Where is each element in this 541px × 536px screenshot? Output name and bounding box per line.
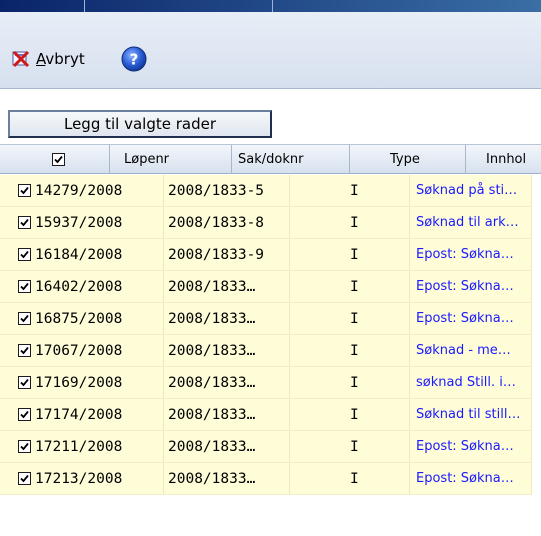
- sakdoknr-cell: 2008/1833…: [164, 463, 290, 494]
- sakdoknr-cell: 2008/1833…: [164, 335, 290, 366]
- row-checkbox-cell[interactable]: 17067/2008: [18, 335, 164, 366]
- type-cell: I: [290, 399, 410, 430]
- checkbox-checked-icon[interactable]: [18, 376, 31, 389]
- checkbox-checked-icon[interactable]: [18, 472, 31, 485]
- type-cell: I: [290, 239, 410, 270]
- table-row[interactable]: 17169/2008 2008/1833… I søknad Still. i…: [0, 367, 541, 399]
- grid-body: 14279/2008 2008/1833-5 I Søknad på sti… …: [0, 175, 541, 495]
- row-checkbox-cell[interactable]: 17211/2008: [18, 431, 164, 462]
- svg-text:?: ?: [130, 51, 139, 69]
- grid-right-edge: [532, 175, 541, 495]
- checkbox-checked-icon[interactable]: [18, 184, 31, 197]
- sakdoknr-cell: 2008/1833-5: [164, 175, 290, 206]
- type-cell: I: [290, 335, 410, 366]
- sakdoknr-cell: 2008/1833…: [164, 303, 290, 334]
- checkbox-checked-icon[interactable]: [18, 440, 31, 453]
- checkbox-checked-icon[interactable]: [52, 153, 65, 166]
- column-header-lopenr[interactable]: Løpenr: [112, 145, 232, 174]
- lopenr-cell: 14279/2008: [35, 182, 123, 199]
- sakdoknr-cell: 2008/1833…: [164, 271, 290, 302]
- innhold-cell[interactable]: Epost: Søkna…: [410, 271, 532, 302]
- innhold-cell[interactable]: Søknad - me…: [410, 335, 532, 366]
- table-row[interactable]: 17067/2008 2008/1833… I Søknad - me…: [0, 335, 541, 367]
- checkbox-checked-icon[interactable]: [18, 344, 31, 357]
- innhold-cell[interactable]: søknad Still. i…: [410, 367, 532, 398]
- cancel-button[interactable]: Avbryt: [12, 46, 85, 72]
- type-cell: I: [290, 431, 410, 462]
- innhold-cell[interactable]: Søknad til ark…: [410, 207, 532, 238]
- row-checkbox-cell[interactable]: 17169/2008: [18, 367, 164, 398]
- column-header-type[interactable]: Type: [350, 145, 466, 174]
- innhold-cell[interactable]: Søknad til still…: [410, 399, 532, 430]
- type-cell: I: [290, 463, 410, 494]
- checkbox-checked-icon[interactable]: [18, 216, 31, 229]
- lopenr-cell: 16184/2008: [35, 246, 123, 263]
- titlebar-separator: [84, 0, 85, 12]
- innhold-cell[interactable]: Epost: Søkna…: [410, 239, 532, 270]
- type-cell: I: [290, 175, 410, 206]
- lopenr-cell: 17211/2008: [35, 438, 123, 455]
- sakdoknr-cell: 2008/1833…: [164, 431, 290, 462]
- table-row[interactable]: 16184/2008 2008/1833-9 I Epost: Søkna…: [0, 239, 541, 271]
- table-row[interactable]: 16875/2008 2008/1833… I Epost: Søkna…: [0, 303, 541, 335]
- sakdoknr-cell: 2008/1833-9: [164, 239, 290, 270]
- column-header-sakdoknr[interactable]: Sak/doknr: [232, 145, 350, 174]
- lopenr-cell: 15937/2008: [35, 214, 123, 231]
- grid-header: Løpenr Sak/doknr Type Innhol: [0, 144, 541, 174]
- row-checkbox-cell[interactable]: 16184/2008: [18, 239, 164, 270]
- cancel-label: Avbryt: [36, 50, 85, 68]
- window-titlebar: [0, 0, 541, 12]
- sakdoknr-cell: 2008/1833…: [164, 399, 290, 430]
- lopenr-cell: 16875/2008: [35, 310, 123, 327]
- row-checkbox-cell[interactable]: 17174/2008: [18, 399, 164, 430]
- table-row[interactable]: 17174/2008 2008/1833… I Søknad til still…: [0, 399, 541, 431]
- checkbox-checked-icon[interactable]: [18, 312, 31, 325]
- titlebar-separator: [272, 0, 273, 12]
- innhold-cell[interactable]: Epost: Søkna…: [410, 431, 532, 462]
- lopenr-cell: 17213/2008: [35, 470, 123, 487]
- checkbox-checked-icon[interactable]: [18, 248, 31, 261]
- type-cell: I: [290, 303, 410, 334]
- sakdoknr-cell: 2008/1833-8: [164, 207, 290, 238]
- table-row[interactable]: 14279/2008 2008/1833-5 I Søknad på sti…: [0, 175, 541, 207]
- table-row[interactable]: 17211/2008 2008/1833… I Epost: Søkna…: [0, 431, 541, 463]
- sakdoknr-cell: 2008/1833…: [164, 367, 290, 398]
- empty-area: [0, 495, 541, 536]
- type-cell: I: [290, 207, 410, 238]
- lopenr-cell: 17174/2008: [35, 406, 123, 423]
- checkbox-checked-icon[interactable]: [18, 408, 31, 421]
- lopenr-cell: 17169/2008: [35, 374, 123, 391]
- row-checkbox-cell[interactable]: 16402/2008: [18, 271, 164, 302]
- lopenr-cell: 16402/2008: [35, 278, 123, 295]
- header-select-all[interactable]: [10, 145, 110, 174]
- checkbox-checked-icon[interactable]: [18, 280, 31, 293]
- cancel-icon: [12, 50, 30, 68]
- row-checkbox-cell[interactable]: 17213/2008: [18, 463, 164, 494]
- row-checkbox-cell[interactable]: 15937/2008: [18, 207, 164, 238]
- add-selected-rows-button[interactable]: Legg til valgte rader: [8, 110, 272, 138]
- type-cell: I: [290, 367, 410, 398]
- lopenr-cell: 17067/2008: [35, 342, 123, 359]
- table-row[interactable]: 17213/2008 2008/1833… I Epost: Søkna…: [0, 463, 541, 495]
- type-cell: I: [290, 271, 410, 302]
- innhold-cell[interactable]: Søknad på sti…: [410, 175, 532, 206]
- innhold-cell[interactable]: Epost: Søkna…: [410, 303, 532, 334]
- row-checkbox-cell[interactable]: 14279/2008: [18, 175, 164, 206]
- innhold-cell[interactable]: Epost: Søkna…: [410, 463, 532, 494]
- help-icon[interactable]: ?: [121, 46, 147, 72]
- toolbar: Avbryt ? Legg til valgte rader: [0, 12, 541, 138]
- table-row[interactable]: 15937/2008 2008/1833-8 I Søknad til ark…: [0, 207, 541, 239]
- table-row[interactable]: 16402/2008 2008/1833… I Epost: Søkna…: [0, 271, 541, 303]
- row-checkbox-cell[interactable]: 16875/2008: [18, 303, 164, 334]
- column-header-innhold[interactable]: Innhol: [466, 145, 541, 174]
